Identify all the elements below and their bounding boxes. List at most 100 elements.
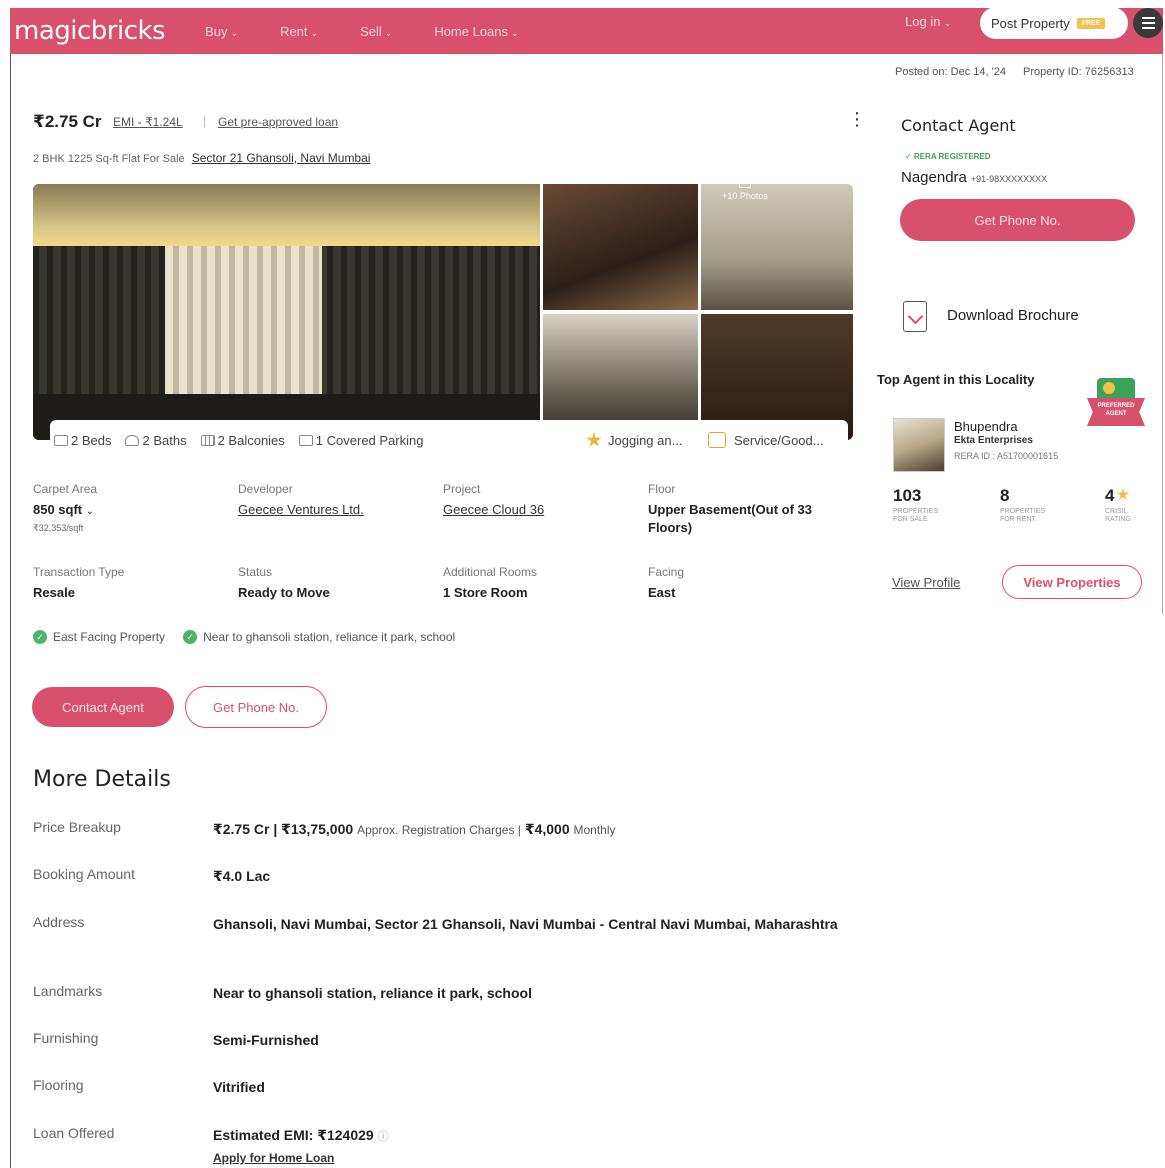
detail-label: Loan Offered xyxy=(33,1125,115,1141)
parking-amenity: 1 Covered Parking xyxy=(298,433,423,448)
stat-sale: 103 PROPERTIES FOR SALE xyxy=(893,486,953,524)
project-link[interactable]: Geecee Cloud 36 xyxy=(443,501,633,519)
hamburger-menu-icon[interactable] xyxy=(1133,8,1163,38)
service-amenity[interactable]: Service/Good... xyxy=(708,432,824,448)
contact-agent-button[interactable]: Contact Agent xyxy=(32,687,174,727)
balcony-icon xyxy=(200,434,215,446)
download-brochure-link[interactable]: Download Brochure xyxy=(947,307,1079,324)
login-label: Log in xyxy=(905,14,941,29)
baths-amenity: 2 Baths xyxy=(125,433,187,448)
detail-label: Flooring xyxy=(33,1077,84,1093)
contact-agent-title: Contact Agent xyxy=(901,116,1016,135)
service-label: Service/Good... xyxy=(734,432,824,448)
spec-value: Ready to Move xyxy=(238,585,330,600)
preferred-agent-label: PREFERRED AGENT xyxy=(1097,403,1135,417)
top-agent-rera: RERA ID : A51700001615 xyxy=(954,451,1059,461)
carpet-area: Carpet Area 850 sqft ⌄ ₹32,353/sqft xyxy=(33,482,223,534)
more-details-title: More Details xyxy=(33,767,171,792)
floor: Floor Upper Basement(Out of 33 Floors) xyxy=(648,482,843,537)
nav-home-loans-label: Home Loans xyxy=(434,23,509,39)
transaction-type: Transaction Type Resale xyxy=(33,565,223,602)
emi-link[interactable]: EMI - ₹1.24L xyxy=(113,115,183,129)
top-agent-title: Top Agent in this Locality xyxy=(877,372,1035,387)
bath-icon xyxy=(125,434,140,446)
status: Status Ready to Move xyxy=(238,565,428,602)
rera-badge: ✓ RERA REGISTERED xyxy=(905,152,991,161)
check-icon: ✓ xyxy=(905,152,914,161)
nav-buy[interactable]: Buy ⌄ xyxy=(205,24,238,39)
check-icon: ✓ xyxy=(183,630,198,644)
avatar[interactable] xyxy=(893,418,945,472)
magicbricks-logo[interactable]: magicbricks xyxy=(14,16,166,46)
info-icon[interactable]: ⓘ xyxy=(378,1131,389,1143)
spec-label: Facing xyxy=(648,565,685,579)
stat-caption: PROPERTIES FOR RENT xyxy=(1000,508,1045,523)
price-breakup-value: ₹2.75 Cr | ₹13,75,000 xyxy=(213,821,354,837)
project: Project Geecee Cloud 36 xyxy=(443,482,633,519)
detail-label: Price Breakup xyxy=(33,819,121,835)
service-lift-icon xyxy=(708,432,726,448)
developer-link[interactable]: Geecee Ventures Ltd. xyxy=(238,501,428,519)
spec-label: Project xyxy=(443,482,481,496)
nav-sell[interactable]: Sell ⌄ xyxy=(360,24,392,39)
car-icon xyxy=(298,434,313,446)
thumbnail-photo[interactable] xyxy=(543,184,698,310)
agent-name: Nagendra xyxy=(901,169,967,186)
preapproved-loan-link[interactable]: Get pre-approved loan xyxy=(218,115,338,129)
developer: Developer Geecee Ventures Ltd. xyxy=(238,482,428,519)
stat-caption: PROPERTIES FOR SALE xyxy=(893,508,938,523)
view-profile-link[interactable]: View Profile xyxy=(892,575,960,590)
highlights: ✓ East Facing Property ✓ Near to ghansoli … xyxy=(33,630,455,644)
more-options-icon[interactable]: ⋮ xyxy=(848,110,866,128)
spec-label: Additional Rooms xyxy=(443,565,538,579)
listing-meta: Posted on: Dec 14, '24 Property ID: 7625… xyxy=(895,66,1134,78)
spec-value[interactable]: 850 sqft ⌄ xyxy=(33,501,223,521)
post-property-label: Post Property xyxy=(991,15,1070,31)
listing-type: 2 BHK 1225 Sq-ft Flat For Sale xyxy=(33,153,185,165)
nav-rent[interactable]: Rent ⌄ xyxy=(280,24,318,39)
detail-value: Estimated EMI: ₹124029 ⓘ xyxy=(213,1125,843,1147)
thumbnail-photo[interactable] xyxy=(701,184,853,310)
nav-rent-label: Rent xyxy=(280,23,308,39)
beds-label: 2 Beds xyxy=(71,432,112,448)
property-id: Property ID: 76256313 xyxy=(1023,66,1134,78)
monthly-label: Monthly xyxy=(573,823,616,837)
agent-phone: +91-98XXXXXXXX xyxy=(970,174,1048,184)
amenity-strip: 2 Beds 2 Baths 2 Balconies 1 Covered Par… xyxy=(50,420,848,460)
get-phone-button[interactable]: Get Phone No. xyxy=(900,199,1135,241)
detail-value: Semi-Furnished xyxy=(213,1032,319,1048)
detail-label: Landmarks xyxy=(33,983,103,999)
price-per-sqft: ₹32,353/sqft xyxy=(33,523,84,533)
detail-value: ₹2.75 Cr | ₹13,75,000 Approx. Registrati… xyxy=(213,819,843,840)
spec-label: Transaction Type xyxy=(33,565,125,579)
camera-icon xyxy=(739,178,751,188)
chevron-down-icon: ⌄ xyxy=(384,27,393,38)
chevron-down-icon: ⌄ xyxy=(85,506,95,517)
apply-home-loan-link[interactable]: Apply for Home Loan xyxy=(213,1151,334,1165)
get-phone-button[interactable]: Get Phone No. xyxy=(185,686,327,728)
star-icon xyxy=(1116,488,1130,500)
spec-label: Floor xyxy=(648,482,676,496)
view-properties-button[interactable]: View Properties xyxy=(1002,565,1142,599)
free-badge: FREE xyxy=(1076,17,1106,29)
more-photos-button[interactable]: +10 Photos xyxy=(710,178,780,201)
posted-on: Posted on: Dec 14, '24 xyxy=(895,66,1006,78)
chevron-down-icon: ⌄ xyxy=(944,18,952,28)
detail-label: Address xyxy=(33,914,85,930)
main-photo[interactable] xyxy=(33,184,540,440)
nav-home-loans[interactable]: Home Loans ⌄ xyxy=(434,24,518,39)
highlight-item: ✓ East Facing Property xyxy=(33,630,165,644)
chevron-down-icon: ⌄ xyxy=(511,27,519,38)
detail-value: Ghansoli, Navi Mumbai, Sector 21 Ghansol… xyxy=(213,916,838,932)
highlight-item: ✓ Near to ghansoli station, reliance it p… xyxy=(183,630,455,644)
login-menu[interactable]: Log in ⌄ xyxy=(905,14,952,29)
jogging-track-icon xyxy=(586,432,602,447)
jogging-amenity[interactable]: Jogging an... xyxy=(586,432,682,448)
stat-rent: 8 PROPERTIES FOR RENT xyxy=(1000,486,1060,524)
locality-link[interactable]: Sector 21 Ghansoli, Navi Mumbai xyxy=(192,151,371,165)
detail-value: Vitrified xyxy=(213,1079,265,1095)
spec-value: Resale xyxy=(33,585,75,600)
balconies-label: 2 Balconies xyxy=(217,432,285,448)
post-property-button[interactable]: Post Property FREE xyxy=(980,7,1128,39)
download-pdf-icon[interactable] xyxy=(903,301,927,332)
